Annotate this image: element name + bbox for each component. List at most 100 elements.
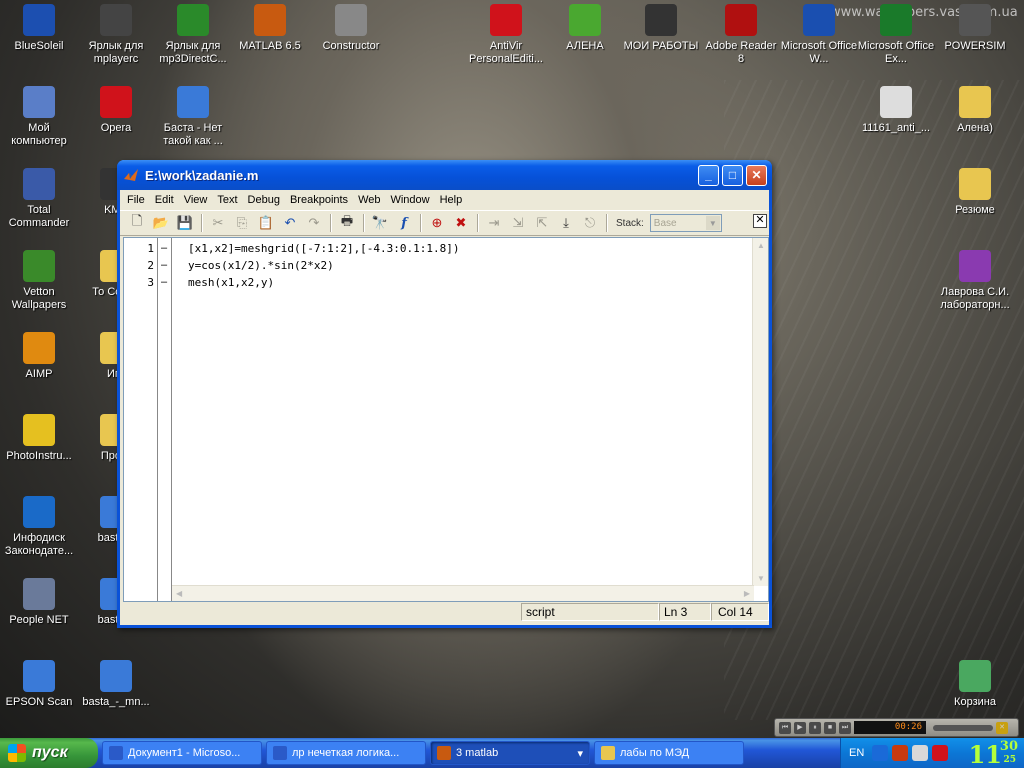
volume-slider[interactable] bbox=[933, 724, 993, 731]
exit-debug-button[interactable]: ⎋ bbox=[579, 212, 601, 234]
set-breakpoint-button[interactable]: ⊕ bbox=[426, 212, 448, 234]
task-label: лр нечеткая логика... bbox=[292, 747, 400, 759]
desktop-icon[interactable]: Ярлык для mp3DirectC... bbox=[154, 4, 232, 66]
stop-button[interactable]: ■ bbox=[824, 721, 836, 734]
close-button[interactable]: ✕ bbox=[746, 164, 767, 186]
step-button[interactable]: ⇥ bbox=[483, 212, 505, 234]
undo-button[interactable]: ↶ bbox=[279, 212, 301, 234]
print-button[interactable]: 🖶 bbox=[336, 212, 358, 234]
menu-window[interactable]: Window bbox=[385, 194, 434, 206]
desktop-icon[interactable]: EPSON Scan bbox=[0, 660, 78, 709]
menu-file[interactable]: File bbox=[122, 194, 150, 206]
tray-antivir-icon[interactable] bbox=[932, 745, 949, 761]
redo-button[interactable]: ↷ bbox=[303, 212, 325, 234]
clear-breakpoints-button[interactable]: ✖ bbox=[450, 212, 472, 234]
printer-icon: 🖶 bbox=[340, 213, 354, 228]
tray-flag-icon[interactable] bbox=[912, 745, 929, 761]
menu-help[interactable]: Help bbox=[435, 194, 468, 206]
desktop-icon[interactable]: AIMP bbox=[0, 332, 78, 381]
open-file-button[interactable]: 📂 bbox=[150, 212, 172, 234]
desktop-icon[interactable]: Microsoft Office W... bbox=[780, 4, 858, 66]
desktop-icon[interactable]: Инфодиск Законодате... bbox=[0, 496, 78, 558]
menu-debug[interactable]: Debug bbox=[243, 194, 285, 206]
play-button[interactable]: ▶ bbox=[794, 721, 806, 734]
desktop-icon[interactable]: BlueSoleil bbox=[0, 4, 78, 53]
code-editor[interactable]: 1– [x1,x2]=meshgrid([-7:1:2],[-4.3:0.1:1.… bbox=[123, 237, 769, 602]
copy-button[interactable]: ⎘ bbox=[231, 212, 253, 234]
taskbar-task-button[interactable]: Документ1 - Microso... bbox=[102, 741, 262, 765]
desktop-icon[interactable]: АЛЕНА bbox=[546, 4, 624, 53]
desktop-icon[interactable]: Vetton Wallpapers bbox=[0, 250, 78, 312]
horizontal-scrollbar[interactable]: ◀ ▶ bbox=[172, 585, 754, 601]
menu-edit[interactable]: Edit bbox=[150, 194, 179, 206]
toolbar-separator bbox=[420, 214, 421, 232]
language-indicator[interactable]: EN bbox=[841, 747, 872, 759]
taskbar-task-button[interactable]: лабы по МЭД bbox=[594, 741, 744, 765]
breakpoint-gutter[interactable] bbox=[158, 238, 172, 601]
status-line: Ln 3 bbox=[659, 603, 711, 621]
task-label: 3 matlab bbox=[456, 747, 499, 759]
desktop-icon[interactable]: Корзина bbox=[936, 660, 1014, 709]
task-label: Документ1 - Microso... bbox=[128, 747, 241, 759]
code-line[interactable]: y=cos(x1/2).*sin(2*x2) bbox=[188, 257, 334, 274]
executable-line-marker[interactable]: – bbox=[161, 257, 167, 274]
find-button[interactable]: 🔭 bbox=[369, 212, 391, 234]
close-toolbar-button[interactable]: ✕ bbox=[753, 214, 767, 228]
desktop-icon[interactable]: Opera bbox=[77, 86, 155, 135]
network-icon bbox=[23, 578, 55, 610]
desktop-icon[interactable]: Ярлык для mplayerc bbox=[77, 4, 155, 66]
minimize-button[interactable]: _ bbox=[698, 164, 719, 186]
cut-button[interactable]: ✂ bbox=[207, 212, 229, 234]
code-line[interactable]: mesh(x1,x2,y) bbox=[188, 274, 274, 291]
paste-button[interactable]: 📋 bbox=[255, 212, 277, 234]
desktop-icon[interactable]: Лаврова С.И. лабораторн... bbox=[936, 250, 1014, 312]
maximize-button[interactable]: □ bbox=[722, 164, 743, 186]
executable-line-marker[interactable]: – bbox=[161, 240, 167, 257]
winrar-icon bbox=[959, 250, 991, 282]
desktop-icon[interactable]: People NET bbox=[0, 578, 78, 627]
title-bar[interactable]: E:\work\zadanie.m _ □ ✕ bbox=[117, 160, 772, 190]
floppy-icon bbox=[23, 168, 55, 200]
player-close-button[interactable]: ✕ bbox=[996, 721, 1008, 734]
desktop-icon[interactable]: POWERSIM bbox=[936, 4, 1014, 53]
matlab-editor-window[interactable]: E:\work\zadanie.m _ □ ✕ File Edit View T… bbox=[117, 160, 772, 628]
desktop-icon[interactable]: Constructor bbox=[312, 4, 390, 53]
menu-text[interactable]: Text bbox=[212, 194, 242, 206]
pause-button[interactable]: ⏸ bbox=[809, 721, 821, 734]
aimp-icon bbox=[23, 332, 55, 364]
function-button[interactable]: f bbox=[393, 212, 415, 234]
tray-player-icon[interactable] bbox=[892, 745, 909, 761]
desktop-icon[interactable]: Microsoft Office Ex... bbox=[857, 4, 935, 66]
stack-select[interactable]: Base ▼ bbox=[649, 214, 722, 232]
desktop-icon[interactable]: Total Commander bbox=[0, 168, 78, 230]
save-button[interactable]: 💾 bbox=[174, 212, 196, 234]
desktop-icon[interactable]: basta_-_mn... bbox=[77, 660, 155, 709]
executable-line-marker[interactable]: – bbox=[161, 274, 167, 291]
desktop-icon[interactable]: 11161_anti_... bbox=[857, 86, 935, 135]
desktop-icon[interactable]: PhotoInstru... bbox=[0, 414, 78, 463]
desktop-icon[interactable]: AntiVir PersonalEditi... bbox=[467, 4, 545, 66]
prev-button[interactable]: ⏮ bbox=[779, 721, 791, 734]
desktop-icon[interactable]: Баста - Нет такой как ... bbox=[154, 86, 232, 148]
desktop-icon[interactable]: Резюме bbox=[936, 168, 1014, 217]
taskbar-task-button[interactable]: лр нечеткая логика... bbox=[266, 741, 426, 765]
menu-view[interactable]: View bbox=[179, 194, 213, 206]
step-out-button[interactable]: ⇱ bbox=[531, 212, 553, 234]
taskbar-task-button[interactable]: 3 matlab ▾ bbox=[430, 741, 590, 765]
desktop-icon[interactable]: Adobe Reader 8 bbox=[702, 4, 780, 66]
desktop-icon[interactable]: Алена) bbox=[936, 86, 1014, 135]
code-line[interactable]: [x1,x2]=meshgrid([-7:1:2],[-4.3:0.1:1.8]… bbox=[188, 240, 460, 257]
desktop-icon[interactable]: Мой компьютер bbox=[0, 86, 78, 148]
step-in-button[interactable]: ⇲ bbox=[507, 212, 529, 234]
start-button[interactable]: пуск bbox=[0, 738, 98, 768]
next-button[interactable]: ⏭ bbox=[839, 721, 851, 734]
menu-breakpoints[interactable]: Breakpoints bbox=[285, 194, 353, 206]
vertical-scrollbar[interactable]: ▲ ▼ bbox=[752, 238, 768, 586]
pdf-icon bbox=[725, 4, 757, 36]
tray-expand-icon[interactable] bbox=[872, 745, 889, 761]
continue-button[interactable]: ⤓ bbox=[555, 212, 577, 234]
menu-web[interactable]: Web bbox=[353, 194, 385, 206]
desktop-icon[interactable]: МОИ РАБОТЫ bbox=[622, 4, 700, 53]
desktop-icon[interactable]: MATLAB 6.5 bbox=[231, 4, 309, 53]
new-file-button[interactable]: 🗋 bbox=[126, 212, 148, 234]
